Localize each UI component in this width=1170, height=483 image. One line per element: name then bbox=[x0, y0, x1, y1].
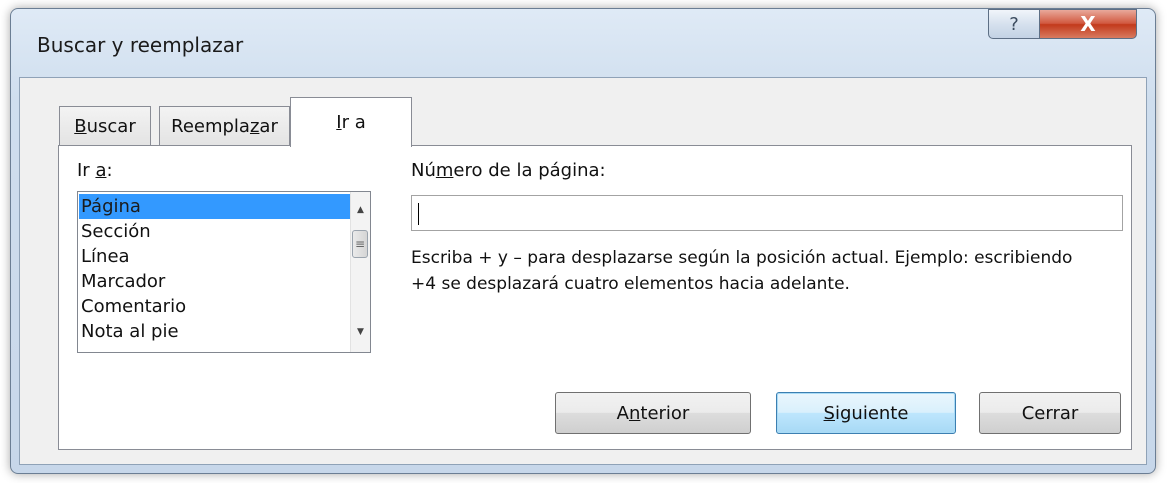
tab-panel-ir-a: Ir a: Página Sección Línea Marcador Come… bbox=[58, 145, 1132, 450]
list-item[interactable]: Marcador bbox=[79, 269, 353, 294]
previous-button-label: Anterior bbox=[616, 402, 690, 424]
list-item[interactable]: Línea bbox=[79, 244, 353, 269]
goto-what-listbox[interactable]: Página Sección Línea Marcador Comentario… bbox=[77, 191, 371, 353]
dialog-title: Buscar y reemplazar bbox=[37, 33, 244, 57]
scroll-down-icon[interactable]: ▼ bbox=[351, 322, 370, 342]
help-button[interactable]: ? bbox=[988, 9, 1040, 39]
dialog-client-area: Buscar Reemplazar Ir a Ir a: Página Secc… bbox=[19, 77, 1147, 465]
page-number-input[interactable] bbox=[411, 195, 1123, 231]
goto-what-label: Ir a: bbox=[77, 160, 113, 181]
grip-icon: ≡ bbox=[354, 237, 366, 251]
list-item[interactable]: Comentario bbox=[79, 294, 353, 319]
help-icon: ? bbox=[1009, 13, 1019, 35]
list-item[interactable]: Sección bbox=[79, 219, 353, 244]
tab-ir-a[interactable]: Ir a bbox=[290, 97, 412, 147]
text-caret bbox=[418, 203, 419, 225]
hint-text: Escriba + y – para desplazarse según la … bbox=[411, 248, 1073, 294]
close-button[interactable]: X bbox=[1039, 9, 1137, 39]
scroll-up-icon[interactable]: ▲ bbox=[351, 200, 370, 220]
tab-buscar[interactable]: Buscar bbox=[59, 106, 151, 146]
tab-reemplazar[interactable]: Reemplazar bbox=[159, 106, 290, 146]
list-item[interactable]: Nota al pie bbox=[79, 319, 353, 344]
page-number-label: Número de la página: bbox=[411, 160, 606, 181]
scroll-thumb[interactable]: ≡ bbox=[352, 230, 368, 258]
close-dialog-button[interactable]: Cerrar bbox=[979, 392, 1121, 434]
dialog-window: Buscar y reemplazar ? X Buscar Reemplaza… bbox=[10, 8, 1156, 474]
tab-buscar-label: Buscar bbox=[74, 116, 136, 137]
list-item[interactable]: Página bbox=[79, 194, 353, 219]
previous-button[interactable]: Anterior bbox=[555, 392, 751, 434]
tab-reemplazar-label: Reemplazar bbox=[171, 116, 278, 137]
tab-ir-a-label: Ir a bbox=[336, 112, 366, 133]
close-icon: X bbox=[1080, 12, 1096, 36]
next-button-label: Siguiente bbox=[823, 402, 909, 424]
title-bar[interactable]: Buscar y reemplazar ? X bbox=[11, 9, 1155, 77]
listbox-scrollbar[interactable]: ▲ ≡ ▼ bbox=[350, 192, 370, 352]
next-button[interactable]: Siguiente bbox=[776, 392, 956, 434]
